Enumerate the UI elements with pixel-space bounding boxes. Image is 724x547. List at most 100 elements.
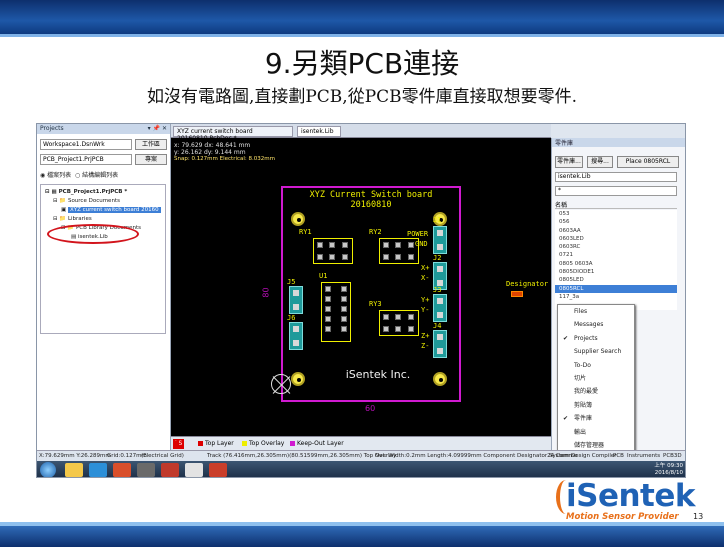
menu-item-output[interactable]: 輸出: [558, 426, 636, 439]
list-column-name[interactable]: 名稱: [555, 200, 677, 209]
list-item[interactable]: 0603RC: [555, 243, 677, 251]
status-pcb[interactable]: PCB: [613, 453, 624, 459]
start-button-icon[interactable]: [40, 462, 56, 477]
ic-u1[interactable]: [321, 282, 351, 342]
dimension-height: 80: [261, 287, 271, 298]
floating-designator: Designator: [506, 280, 549, 288]
library-button[interactable]: 零件庫...: [555, 156, 583, 168]
menu-item-label: Projects: [574, 334, 598, 342]
checkmark-icon: ✔: [563, 334, 569, 342]
tree-item-source-docs[interactable]: ⊟ 📁 Source Documents: [53, 197, 120, 205]
connector-j4[interactable]: [433, 330, 447, 358]
menu-item-files[interactable]: Files: [558, 305, 636, 318]
pcb-board-outline[interactable]: XYZ Current Switch board 20160810 RY1 RY…: [281, 186, 461, 402]
menu-item-projects[interactable]: ✔ Projects: [558, 332, 636, 345]
list-item[interactable]: 056: [555, 218, 677, 226]
layer-tab-overlay[interactable]: Top Overlay: [241, 439, 286, 449]
workspace-select[interactable]: Workspace1.DsnWrk: [40, 139, 132, 150]
tab-pcbdoc[interactable]: XYZ current switch board 20160810.PcbDoc…: [173, 126, 293, 142]
menu-item-clipboard[interactable]: 剪貼簿: [558, 399, 636, 412]
slide-bottom-bar: [0, 526, 724, 547]
tree-item-pcbdoc[interactable]: ▣ XYZ current switch board 20160: [61, 206, 161, 214]
menu-item-label: 我的最愛: [574, 388, 599, 396]
list-item[interactable]: 0603LED: [555, 235, 677, 243]
snap-readout: Snap: 0.127mm Electrical: 8.032mm: [174, 156, 275, 162]
status-net: Net: Width:0.2mm Length:4.09999mm Compon…: [375, 453, 578, 459]
ie-icon[interactable]: [89, 463, 107, 477]
label-y-plus: Y+: [421, 296, 430, 304]
layer-tabs: LS Top Layer Top Overlay Keep-Out Layer: [171, 436, 551, 450]
app-icon[interactable]: [137, 463, 155, 477]
windows-taskbar: 上午 09:30 2016/8/10: [37, 461, 685, 477]
altium-icon[interactable]: [161, 463, 179, 477]
project-select[interactable]: PCB_Project1.PrjPCB: [40, 154, 132, 165]
layer-tab-ls[interactable]: LS: [173, 439, 185, 449]
board-brand-text: iSentek Inc.: [345, 368, 411, 381]
layer-tab-keepout[interactable]: Keep-Out Layer: [289, 439, 346, 449]
list-item[interactable]: 0805LED: [555, 276, 677, 284]
isentek-logo: iSentek Motion Sensor Provider: [556, 478, 696, 522]
status-instruments[interactable]: Instruments: [627, 453, 660, 459]
tree-item-project[interactable]: ⊟ ▦ PCB_Project1.PrjPCB *: [45, 188, 127, 196]
layer-tab-top[interactable]: Top Layer: [197, 439, 236, 449]
list-item-selected[interactable]: 0805RCL: [555, 284, 677, 293]
list-item[interactable]: 0603AA: [555, 227, 677, 235]
menu-item-label: 零件庫: [574, 415, 593, 423]
place-component-button[interactable]: Place 0805RCL: [617, 156, 679, 168]
menu-item-messages[interactable]: Messages: [558, 318, 636, 331]
label-gnd: GND: [415, 240, 428, 248]
filter-input[interactable]: *: [555, 186, 677, 196]
status-electrical: (Electrical Grid): [141, 453, 184, 459]
media-icon[interactable]: [113, 463, 131, 477]
menu-item-supplier-search[interactable]: Supplier Search: [558, 345, 636, 358]
slide-title: 9.另類PCB連接: [264, 47, 460, 80]
tab-isentek-lib[interactable]: isentek.Lib: [297, 126, 341, 137]
connector-j3[interactable]: [433, 294, 447, 322]
status-track: Track (76.416mm,26.305mm)(80.51599mm,26.…: [207, 453, 397, 459]
powerpoint-icon[interactable]: [209, 463, 227, 477]
menu-item-library[interactable]: ✔ 零件庫: [558, 412, 636, 425]
tree-item-libraries[interactable]: ⊟ 📁 Libraries: [53, 215, 92, 223]
menu-item-favorites[interactable]: 我的最愛: [558, 385, 636, 398]
connector-j6[interactable]: [289, 322, 303, 350]
mounting-hole[interactable]: [291, 212, 305, 226]
floating-component[interactable]: [511, 291, 523, 297]
library-select[interactable]: isentek.Lib: [555, 172, 677, 182]
connector-j1[interactable]: [433, 226, 447, 254]
project-button[interactable]: 專案: [135, 154, 167, 165]
list-item[interactable]: 0805 0603A: [555, 260, 677, 268]
status-bar: X:79.629mm Y:26.289mm Grid:0.127mm (Elec…: [37, 450, 685, 461]
menu-item-label: 切片: [574, 375, 587, 382]
menu-item-todo[interactable]: To-Do: [558, 359, 636, 372]
library-panel-header: 零件庫: [552, 138, 685, 147]
workspace-button[interactable]: 工作區: [135, 139, 167, 150]
list-item[interactable]: 053: [555, 210, 677, 218]
status-design-compiler[interactable]: Design Compiler: [571, 453, 617, 459]
status-pcb3d[interactable]: PCB3D: [663, 453, 682, 459]
tree-item-label: PCB_Project1.PrjPCB *: [58, 189, 128, 195]
label-j3: J3: [433, 286, 442, 294]
label-y-minus: Y-: [421, 306, 430, 314]
project-tree: ⊟ ▦ PCB_Project1.PrjPCB * ⊟ 📁 Source Doc…: [40, 184, 166, 334]
panel-controls-icon[interactable]: ▾ 📌 ✕: [148, 125, 167, 132]
list-item[interactable]: 0721: [555, 251, 677, 259]
list-item[interactable]: 117_3a: [555, 293, 677, 301]
coords-line-1: x: 79.629 dx: 48.641 mm: [174, 142, 251, 149]
menu-item-slice[interactable]: 切片: [558, 372, 636, 385]
relay-ry2[interactable]: [379, 238, 419, 264]
search-button[interactable]: 搜尋...: [587, 156, 613, 168]
checkmark-icon: ✔: [563, 415, 569, 423]
coordinate-readout: x: 79.629 dx: 48.641 mm y: 26.162 dy: 9.…: [174, 142, 275, 163]
relay-ry1[interactable]: [313, 238, 353, 264]
explorer-icon[interactable]: [65, 463, 83, 477]
slide-top-bar: [0, 0, 724, 34]
relay-ry3[interactable]: [379, 310, 419, 336]
status-system[interactable]: System: [549, 453, 570, 459]
chrome-icon[interactable]: [185, 463, 203, 477]
dimension-width: 60: [365, 404, 376, 413]
connector-j5[interactable]: [289, 286, 303, 314]
list-item[interactable]: 0805DIODE1: [555, 268, 677, 276]
document-tabs: XYZ current switch board 20160810.PcbDoc…: [171, 124, 551, 142]
pcb-canvas[interactable]: x: 79.629 dx: 48.641 mm y: 26.162 dy: 9.…: [171, 138, 551, 436]
coords-line-2: y: 26.162 dy: 9.144 mm: [174, 149, 246, 156]
